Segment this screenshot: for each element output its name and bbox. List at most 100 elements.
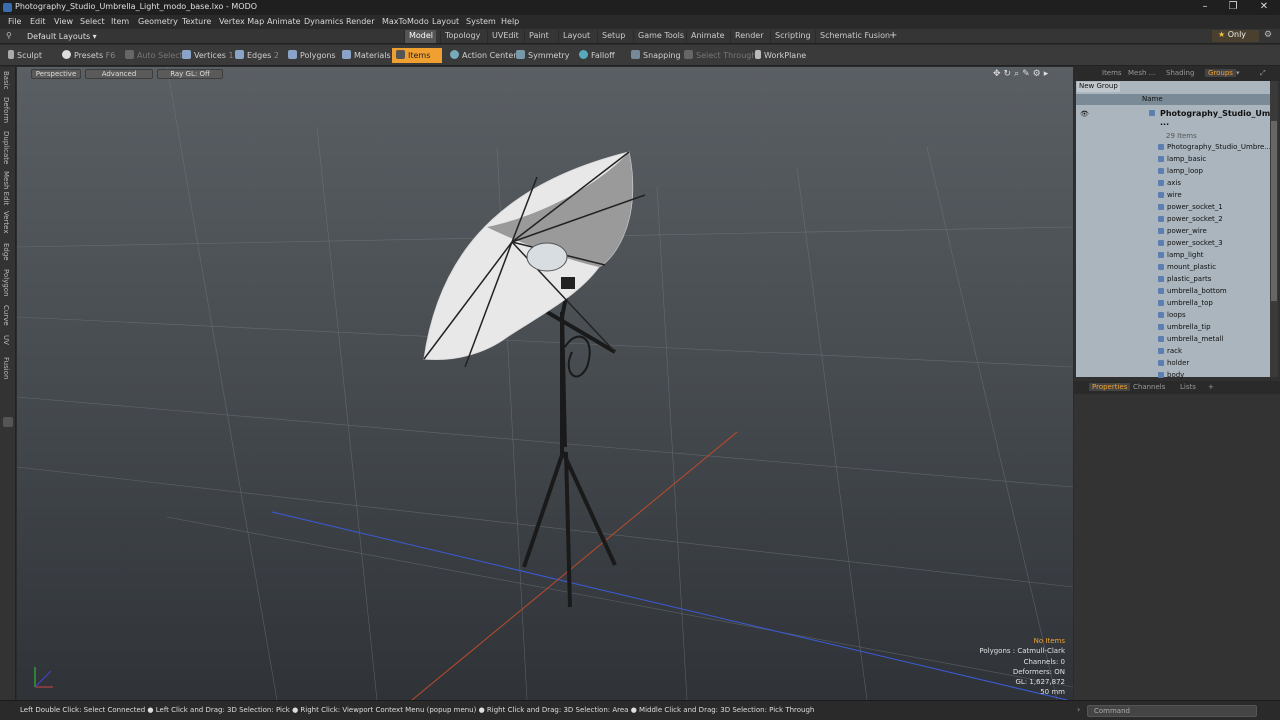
presets-button[interactable]: Presets F6 bbox=[58, 48, 119, 63]
close-button[interactable]: ✕ bbox=[1250, 0, 1278, 15]
tab-channels[interactable]: Channels bbox=[1133, 383, 1165, 391]
list-item[interactable]: lamp_basic bbox=[1076, 153, 1270, 165]
add-tab-button[interactable]: + bbox=[885, 29, 901, 42]
menu-render[interactable]: Render bbox=[346, 17, 374, 26]
vtab-fusion[interactable]: Fusion bbox=[2, 357, 10, 379]
tab-uvedit[interactable]: UVEdit bbox=[487, 30, 523, 43]
list-item[interactable]: plastic_parts bbox=[1076, 273, 1270, 285]
list-item[interactable]: power_wire bbox=[1076, 225, 1270, 237]
list-item[interactable]: axis bbox=[1076, 177, 1270, 189]
tab-groups[interactable]: Groups bbox=[1205, 69, 1236, 77]
tab-paint[interactable]: Paint bbox=[524, 30, 553, 43]
add-tab-icon[interactable]: + bbox=[1208, 383, 1214, 391]
scrollbar-thumb[interactable] bbox=[1271, 121, 1277, 301]
vtab-duplicate[interactable]: Duplicate bbox=[2, 131, 10, 164]
items-button[interactable]: Items bbox=[392, 48, 442, 63]
vertices-button[interactable]: Vertices 1 bbox=[178, 48, 238, 63]
expand-icon[interactable]: ⤢ bbox=[1260, 69, 1266, 78]
action-center-button[interactable]: Action Center bbox=[446, 48, 521, 63]
menu-animate[interactable]: Animate bbox=[267, 17, 301, 26]
tab-shading[interactable]: Shading bbox=[1166, 69, 1194, 77]
list-item[interactable]: umbrella_metall bbox=[1076, 333, 1270, 345]
tab-layout[interactable]: Layout bbox=[558, 30, 594, 43]
menu-vertex-map[interactable]: Vertex Map bbox=[219, 17, 264, 26]
menu-view[interactable]: View bbox=[54, 17, 73, 26]
edges-button[interactable]: Edges 2 bbox=[231, 48, 283, 63]
symmetry-button[interactable]: Symmetry bbox=[512, 48, 573, 63]
tab-schematic-fusion[interactable]: Schematic Fusion bbox=[815, 30, 894, 43]
menu-system[interactable]: System bbox=[466, 17, 496, 26]
visibility-eye-icon[interactable]: 👁 bbox=[1080, 110, 1089, 118]
menu-select[interactable]: Select bbox=[80, 17, 105, 26]
tool-toggle-icon[interactable] bbox=[3, 417, 13, 427]
pin-icon[interactable]: ⚲ bbox=[6, 31, 12, 40]
menu-layout[interactable]: Layout bbox=[432, 17, 459, 26]
list-item[interactable]: power_socket_3 bbox=[1076, 237, 1270, 249]
raygl-button[interactable]: Ray GL: Off bbox=[157, 69, 223, 79]
tab-game-tools[interactable]: Game Tools bbox=[633, 30, 688, 43]
vtab-polygon[interactable]: Polygon bbox=[2, 269, 10, 297]
menu-file[interactable]: File bbox=[8, 17, 21, 26]
shading-advanced-button[interactable]: Advanced bbox=[85, 69, 153, 79]
list-item[interactable]: loops bbox=[1076, 309, 1270, 321]
vtab-mesh-edit[interactable]: Mesh Edit bbox=[2, 171, 10, 205]
snapping-button[interactable]: Snapping bbox=[627, 48, 685, 63]
sculpt-button[interactable]: Sculpt bbox=[4, 48, 46, 63]
vtab-curve[interactable]: Curve bbox=[2, 305, 10, 326]
auto-select-button[interactable]: Auto Select bbox=[121, 48, 187, 63]
select-through-button[interactable]: Select Through bbox=[680, 48, 760, 63]
tab-lists[interactable]: Lists bbox=[1180, 383, 1196, 391]
vtab-basic[interactable]: Basic bbox=[2, 71, 10, 90]
gear-icon[interactable]: ⚙ bbox=[1264, 30, 1272, 40]
vtab-uv[interactable]: UV bbox=[2, 335, 10, 345]
list-item[interactable]: lamp_light bbox=[1076, 249, 1270, 261]
new-group-button[interactable]: New Group bbox=[1077, 82, 1120, 92]
list-item[interactable]: power_socket_2 bbox=[1076, 213, 1270, 225]
tab-topology[interactable]: Topology bbox=[440, 30, 484, 43]
list-item[interactable]: wire bbox=[1076, 189, 1270, 201]
menu-texture[interactable]: Texture bbox=[182, 17, 211, 26]
polygons-button[interactable]: Polygons bbox=[284, 48, 340, 63]
tab-scripting[interactable]: Scripting bbox=[770, 30, 815, 43]
maximize-button[interactable]: ❐ bbox=[1219, 0, 1247, 15]
menu-dynamics[interactable]: Dynamics bbox=[304, 17, 343, 26]
vtab-vertex[interactable]: Vertex bbox=[2, 211, 10, 234]
group-row[interactable]: 👁 Photography_Studio_Um ... bbox=[1076, 107, 1270, 127]
command-input[interactable]: Command bbox=[1087, 705, 1257, 717]
list-item[interactable]: body bbox=[1076, 369, 1270, 381]
tab-model[interactable]: Model bbox=[404, 30, 436, 43]
groups-scrollbar[interactable] bbox=[1270, 81, 1278, 377]
tab-dropdown-icon[interactable]: ▾ bbox=[1236, 69, 1240, 77]
list-item[interactable]: umbrella_tip bbox=[1076, 321, 1270, 333]
list-item[interactable]: mount_plastic bbox=[1076, 261, 1270, 273]
materials-button[interactable]: Materials bbox=[338, 48, 395, 63]
tab-render[interactable]: Render bbox=[730, 30, 767, 43]
list-item[interactable]: holder bbox=[1076, 357, 1270, 369]
list-item[interactable]: umbrella_top bbox=[1076, 297, 1270, 309]
only-button[interactable]: ★ Only bbox=[1212, 30, 1259, 42]
workplane-button[interactable]: WorkPlane bbox=[751, 48, 810, 63]
list-item[interactable]: Photography_Studio_Umbre... bbox=[1076, 141, 1271, 153]
tab-items[interactable]: Items bbox=[1102, 69, 1122, 77]
list-item[interactable]: lamp_loop bbox=[1076, 165, 1270, 177]
layout-selector[interactable]: Default Layouts ▾ bbox=[27, 32, 97, 41]
tab-properties[interactable]: Properties bbox=[1089, 383, 1131, 391]
menu-geometry[interactable]: Geometry bbox=[138, 17, 178, 26]
list-item[interactable]: rack bbox=[1076, 345, 1270, 357]
menu-help[interactable]: Help bbox=[501, 17, 519, 26]
minimize-button[interactable]: – bbox=[1191, 0, 1219, 15]
vtab-deform[interactable]: Deform bbox=[2, 97, 10, 123]
falloff-button[interactable]: Falloff bbox=[575, 48, 619, 63]
tab-animate[interactable]: Animate bbox=[686, 30, 729, 43]
menu-maxtomodo[interactable]: MaxToModo bbox=[382, 17, 429, 26]
view-perspective-button[interactable]: Perspective bbox=[31, 69, 81, 79]
list-item[interactable]: umbrella_bottom bbox=[1076, 285, 1270, 297]
3d-viewport[interactable]: Perspective Advanced Ray GL: Off ✥↻⌕✎⚙▸ … bbox=[17, 67, 1073, 700]
tab-setup[interactable]: Setup bbox=[597, 30, 629, 43]
vtab-edge[interactable]: Edge bbox=[2, 243, 10, 261]
menu-edit[interactable]: Edit bbox=[30, 17, 46, 26]
list-item[interactable]: power_socket_1 bbox=[1076, 201, 1270, 213]
menu-item[interactable]: Item bbox=[111, 17, 129, 26]
viewport-nav-icons[interactable]: ✥↻⌕✎⚙▸ bbox=[993, 69, 1051, 79]
tab-mesh[interactable]: Mesh ... bbox=[1128, 69, 1155, 77]
